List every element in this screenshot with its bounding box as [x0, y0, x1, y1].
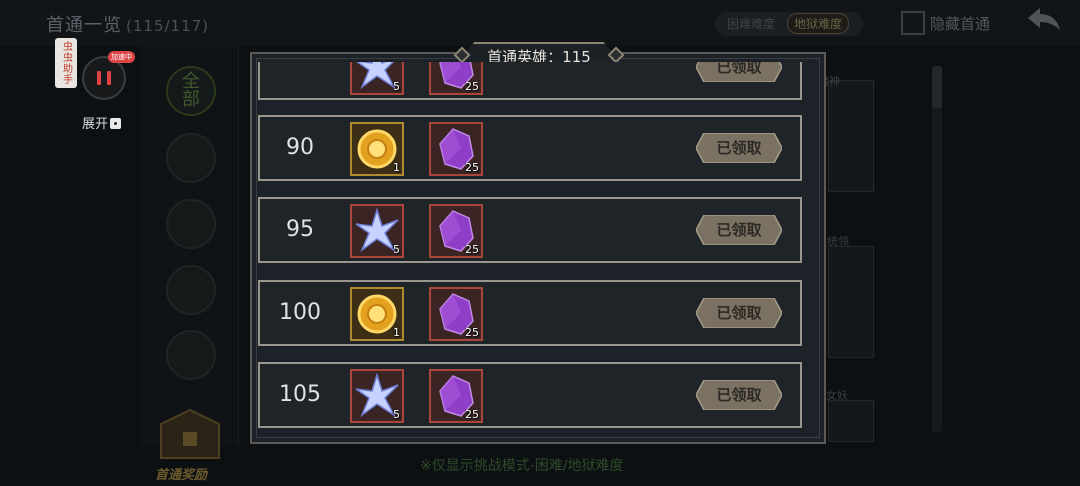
difficulty-note: ※仅显示挑战模式-困难/地狱难度: [420, 458, 624, 474]
faction-all-button[interactable]: 全部: [166, 66, 216, 116]
clear-count: (115/117): [126, 17, 210, 35]
item-quantity: 5: [393, 408, 400, 421]
item-quantity: 1: [393, 326, 400, 339]
claimed-button[interactable]: 已领取: [696, 215, 782, 245]
claimed-button[interactable]: 已领取: [696, 133, 782, 163]
faction-tab-5[interactable]: [166, 330, 216, 380]
faction-tab-2[interactable]: [166, 133, 216, 183]
claimed-button[interactable]: 已领取: [696, 298, 782, 328]
item-quantity: 1: [393, 161, 400, 174]
faction-tab-4[interactable]: [166, 265, 216, 315]
reward-item-gold-coin[interactable]: 1: [350, 122, 404, 176]
reward-item-star-shard[interactable]: 5: [350, 369, 404, 423]
accelerating-badge: 加速中: [108, 51, 135, 63]
difficulty-toggle[interactable]: 困难难度 地狱难度: [715, 12, 863, 36]
faction-tab-3[interactable]: [166, 199, 216, 249]
row-level: 95: [286, 217, 314, 242]
item-quantity: 25: [465, 408, 479, 421]
reward-item-purple-crystal[interactable]: 25: [429, 287, 483, 341]
expand-button[interactable]: 展开: [82, 113, 122, 132]
item-quantity: 25: [465, 243, 479, 256]
reward-item-purple-crystal[interactable]: 25: [429, 204, 483, 258]
item-quantity: 5: [393, 80, 400, 93]
item-quantity: 5: [393, 243, 400, 256]
reward-list[interactable]: 5 25 已领取 90 1 25 已领取 95 5 25 已领取 100 1 2…: [258, 62, 804, 430]
reward-row: 90 1 25 已领取: [258, 115, 802, 181]
hero-card[interactable]: [828, 80, 874, 192]
reward-item-gold-coin[interactable]: 1: [350, 287, 404, 341]
scrollbar-thumb[interactable]: [932, 66, 942, 108]
hero-name: 女妖: [826, 389, 848, 402]
reward-item-purple-crystal[interactable]: 25: [429, 62, 483, 95]
hide-first-clear-checkbox[interactable]: [901, 11, 925, 35]
claimed-button[interactable]: 已领取: [696, 380, 782, 410]
hero-card[interactable]: [828, 400, 874, 442]
dice-icon: [110, 118, 122, 129]
first-clear-reward-label[interactable]: 首通奖励: [155, 464, 207, 483]
item-quantity: 25: [465, 326, 479, 339]
reward-item-star-shard[interactable]: 5: [350, 62, 404, 95]
difficulty-hard[interactable]: 困难难度: [727, 15, 775, 32]
helper-app-tag[interactable]: 虫虫助手: [55, 38, 77, 88]
reward-row: 105 5 25 已领取: [258, 362, 802, 428]
reward-item-purple-crystal[interactable]: 25: [429, 122, 483, 176]
hide-first-clear-label: 隐藏首通: [930, 15, 991, 33]
pause-icon-bar: [107, 71, 111, 85]
row-level: 100: [279, 300, 321, 325]
reward-row: 100 1 25 已领取: [258, 280, 802, 346]
claimed-button[interactable]: 已领取: [696, 62, 782, 82]
row-level: 90: [286, 135, 314, 160]
scrollbar-track[interactable]: [932, 66, 942, 432]
row-level: [260, 62, 340, 98]
back-arrow-icon[interactable]: [1024, 6, 1064, 36]
item-quantity: 25: [465, 161, 479, 174]
difficulty-hell[interactable]: 地狱难度: [787, 13, 850, 34]
expand-label: 展开: [82, 117, 109, 132]
reward-row: 5 25 已领取: [258, 62, 802, 100]
reward-item-purple-crystal[interactable]: 25: [429, 369, 483, 423]
item-quantity: 25: [465, 80, 479, 93]
row-level: 105: [279, 382, 321, 407]
reward-item-star-shard[interactable]: 5: [350, 204, 404, 258]
reward-row: 95 5 25 已领取: [258, 197, 802, 263]
pause-icon: [97, 71, 101, 85]
hero-card[interactable]: [828, 246, 874, 358]
page-title: 首通一览 (115/117): [46, 15, 210, 36]
